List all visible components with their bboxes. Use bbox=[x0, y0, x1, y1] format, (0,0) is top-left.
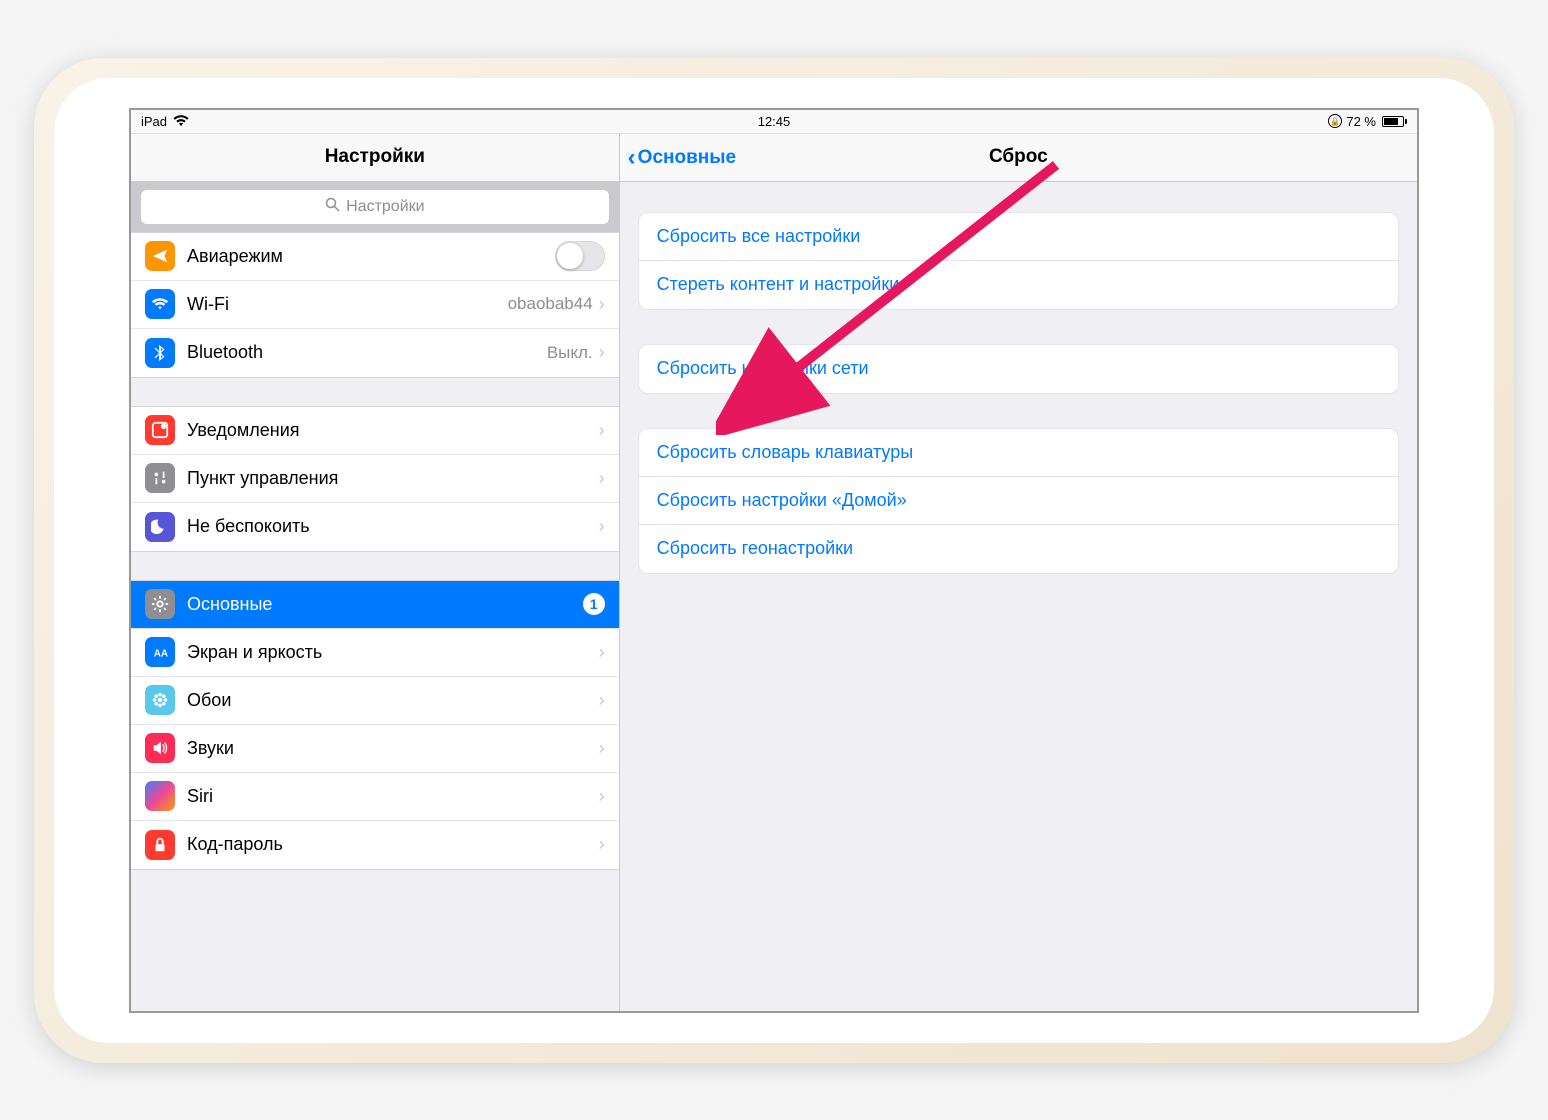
notif-icon bbox=[145, 415, 175, 445]
settings-sidebar: Настройки Настройки Авиарежим Wi-Fiobaoba… bbox=[131, 134, 620, 1011]
control-icon bbox=[145, 463, 175, 493]
detail-pane: ‹ Основные Сброс Сбросить все настройкиС… bbox=[620, 134, 1417, 1011]
sidebar-item-label: Уведомления bbox=[187, 420, 599, 441]
device-bezel: iPad 12:45 🔒 72 % Настройки bbox=[54, 78, 1494, 1043]
sidebar-item-control-center[interactable]: Пункт управления› bbox=[131, 455, 619, 503]
sidebar-item-label: Не беспокоить bbox=[187, 516, 599, 537]
detail-header: ‹ Основные Сброс bbox=[620, 134, 1417, 182]
sidebar-item-value: obaobab44 bbox=[508, 294, 593, 314]
sidebar-item-label: Пункт управления bbox=[187, 468, 599, 489]
siri-icon bbox=[145, 781, 175, 811]
sidebar-item-label: Wi-Fi bbox=[187, 294, 508, 315]
search-icon bbox=[325, 197, 340, 217]
reset-all-settings[interactable]: Сбросить все настройки bbox=[639, 213, 1398, 261]
chevron-right-icon: › bbox=[599, 420, 605, 441]
chevron-right-icon: › bbox=[599, 516, 605, 537]
reset-keyboard-dict[interactable]: Сбросить словарь клавиатуры bbox=[639, 429, 1398, 477]
sidebar-item-display[interactable]: AA Экран и яркость› bbox=[131, 629, 619, 677]
chevron-right-icon: › bbox=[599, 342, 605, 363]
airplane-icon bbox=[145, 241, 175, 271]
sidebar-item-passcode[interactable]: Код-пароль› bbox=[131, 821, 619, 869]
battery-icon bbox=[1380, 116, 1407, 127]
screen: iPad 12:45 🔒 72 % Настройки bbox=[129, 108, 1419, 1013]
rotation-lock-icon: 🔒 bbox=[1328, 114, 1342, 128]
lock-icon bbox=[145, 830, 175, 860]
device-label: iPad bbox=[141, 114, 167, 129]
svg-text:AA: AA bbox=[154, 649, 168, 660]
sidebar-item-notifications[interactable]: Уведомления› bbox=[131, 407, 619, 455]
sidebar-item-label: Siri bbox=[187, 786, 599, 807]
chevron-right-icon: › bbox=[599, 294, 605, 315]
badge: 1 bbox=[583, 593, 605, 615]
chevron-right-icon: › bbox=[599, 738, 605, 759]
toggle-switch[interactable] bbox=[555, 241, 605, 271]
sidebar-item-label: Код-пароль bbox=[187, 834, 599, 855]
search-wrap: Настройки bbox=[131, 182, 619, 232]
chevron-right-icon: › bbox=[599, 468, 605, 489]
sidebar-item-label: Обои bbox=[187, 690, 599, 711]
sidebar-item-wallpaper[interactable]: Обои› bbox=[131, 677, 619, 725]
reset-home-layout[interactable]: Сбросить настройки «Домой» bbox=[639, 477, 1398, 525]
sidebar-item-dnd[interactable]: Не беспокоить› bbox=[131, 503, 619, 551]
display-icon: AA bbox=[145, 637, 175, 667]
ipad-frame: iPad 12:45 🔒 72 % Настройки bbox=[34, 58, 1514, 1063]
chevron-right-icon: › bbox=[599, 642, 605, 663]
sidebar-title: Настройки bbox=[131, 134, 619, 182]
moon-icon bbox=[145, 512, 175, 542]
chevron-right-icon: › bbox=[599, 834, 605, 855]
sidebar-item-label: Звуки bbox=[187, 738, 599, 759]
chevron-right-icon: › bbox=[599, 786, 605, 807]
sidebar-item-value: Выкл. bbox=[547, 343, 593, 363]
reset-network-settings[interactable]: Сбросить настройки сети bbox=[639, 345, 1398, 393]
flower-icon bbox=[145, 685, 175, 715]
sidebar-item-siri[interactable]: Siri› bbox=[131, 773, 619, 821]
sidebar-item-sounds[interactable]: Звуки› bbox=[131, 725, 619, 773]
back-label: Основные bbox=[638, 147, 736, 169]
gear-icon bbox=[145, 589, 175, 619]
reset-location-privacy[interactable]: Сбросить геонастройки bbox=[639, 525, 1398, 573]
chevron-left-icon: ‹ bbox=[628, 146, 636, 170]
chevron-right-icon: › bbox=[599, 690, 605, 711]
sidebar-item-airplane[interactable]: Авиарежим bbox=[131, 233, 619, 281]
page-title: Сброс bbox=[989, 146, 1048, 168]
wifi-icon bbox=[173, 115, 189, 127]
sound-icon bbox=[145, 733, 175, 763]
bluetooth-icon bbox=[145, 338, 175, 368]
sidebar-item-label: Авиарежим bbox=[187, 246, 555, 267]
sidebar-item-label: Основные bbox=[187, 594, 583, 615]
search-placeholder: Настройки bbox=[346, 198, 424, 216]
sidebar-item-wifi[interactable]: Wi-Fiobaobab44 › bbox=[131, 281, 619, 329]
wifi-icon bbox=[145, 289, 175, 319]
search-input[interactable]: Настройки bbox=[141, 190, 609, 224]
clock: 12:45 bbox=[563, 114, 985, 129]
sidebar-item-general[interactable]: Основные1 bbox=[131, 581, 619, 629]
battery-percent: 72 % bbox=[1346, 114, 1376, 129]
status-bar: iPad 12:45 🔒 72 % bbox=[131, 110, 1417, 134]
erase-all-content[interactable]: Стереть контент и настройки bbox=[639, 261, 1398, 309]
sidebar-item-bluetooth[interactable]: BluetoothВыкл. › bbox=[131, 329, 619, 377]
sidebar-item-label: Экран и яркость bbox=[187, 642, 599, 663]
back-button[interactable]: ‹ Основные bbox=[628, 134, 736, 182]
sidebar-item-label: Bluetooth bbox=[187, 342, 547, 363]
